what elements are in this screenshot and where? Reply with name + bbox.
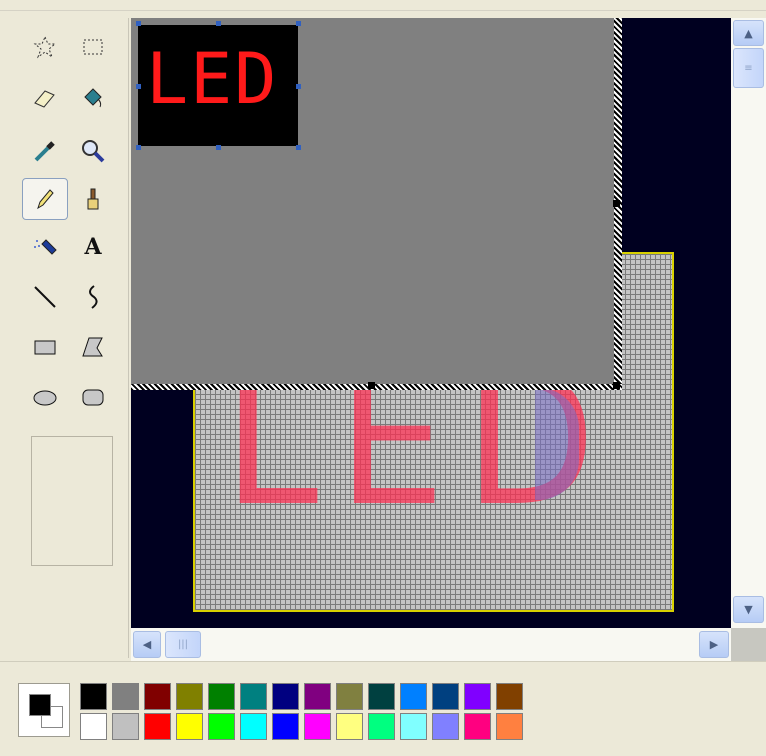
pencil-tool[interactable] [22, 178, 68, 220]
resize-handle[interactable] [216, 21, 221, 26]
palette-swatch[interactable] [112, 683, 139, 710]
fill-bucket-icon [84, 88, 102, 108]
palette-swatch[interactable] [144, 683, 171, 710]
color-picker-icon [34, 141, 55, 162]
resize-handle[interactable] [136, 145, 141, 150]
palette-swatch[interactable] [496, 713, 523, 740]
palette-swatch[interactable] [432, 683, 459, 710]
palette-swatch[interactable] [464, 713, 491, 740]
fill-tool[interactable] [70, 76, 116, 118]
vertical-scroll-thumb[interactable]: ≡ [733, 48, 764, 88]
foreground-color[interactable] [29, 694, 51, 716]
horizontal-scrollbar[interactable]: ◀ ||| ▶ [131, 628, 731, 661]
palette-swatch[interactable] [240, 713, 267, 740]
rect-select-tool[interactable] [70, 26, 116, 68]
airbrush-icon [34, 239, 57, 255]
line-tool[interactable] [22, 276, 68, 318]
palette-swatch[interactable] [208, 683, 235, 710]
canvas-resize-grip-corner[interactable] [613, 382, 620, 389]
canvas-area[interactable]: LED LED [131, 18, 731, 628]
palette-swatch[interactable] [368, 683, 395, 710]
toolbox: A [14, 18, 129, 658]
current-colors[interactable] [18, 683, 70, 737]
color-picker-tool[interactable] [22, 130, 68, 172]
palette-swatch[interactable] [368, 713, 395, 740]
ellipse-icon [33, 390, 57, 406]
palette-swatch[interactable] [144, 713, 171, 740]
resize-handle[interactable] [296, 145, 301, 150]
palette-swatch[interactable] [304, 713, 331, 740]
palette-swatch[interactable] [176, 713, 203, 740]
palette-swatch[interactable] [176, 683, 203, 710]
led-thumbnail[interactable]: LED [138, 25, 298, 146]
magnifier-icon [82, 140, 105, 163]
canvas-bottom-edge[interactable] [131, 384, 622, 390]
led-thumbnail-text: LED [146, 38, 279, 120]
window-top-edge [0, 0, 766, 11]
horizontal-scroll-thumb[interactable]: ||| [165, 631, 201, 658]
rounded-rect-tool[interactable] [70, 376, 116, 418]
rect-select-icon [83, 39, 103, 55]
magnifier-tool[interactable] [70, 130, 116, 172]
palette-swatch[interactable] [80, 683, 107, 710]
palette-swatch[interactable] [240, 683, 267, 710]
palette-swatch[interactable] [400, 713, 427, 740]
text-icon: A [84, 234, 102, 260]
rectangle-icon [34, 340, 56, 355]
palette-swatch[interactable] [80, 713, 107, 740]
palette-swatch[interactable] [336, 713, 363, 740]
palette-swatch[interactable] [112, 713, 139, 740]
palette-swatch[interactable] [336, 683, 363, 710]
line-icon [34, 286, 56, 308]
polygon-icon [82, 337, 103, 357]
rounded-rect-icon [82, 389, 104, 406]
palette-swatch[interactable] [464, 683, 491, 710]
palette-swatch[interactable] [496, 683, 523, 710]
resize-handle[interactable] [296, 21, 301, 26]
resize-handle[interactable] [216, 145, 221, 150]
curve-tool[interactable] [70, 276, 116, 318]
palette-swatch[interactable] [304, 683, 331, 710]
brush-tool[interactable] [70, 178, 116, 220]
eraser-icon [34, 90, 55, 108]
rectangle-tool[interactable] [22, 326, 68, 368]
brush-icon [87, 188, 99, 210]
text-tool[interactable]: A [70, 226, 116, 268]
palette-swatch[interactable] [208, 713, 235, 740]
chevron-down-icon: ▼ [744, 603, 753, 616]
scroll-down-button[interactable]: ▼ [733, 596, 764, 623]
palette-swatch[interactable] [432, 713, 459, 740]
curve-icon [89, 285, 98, 309]
chevron-right-icon: ▶ [709, 638, 719, 651]
palette-swatch[interactable] [400, 683, 427, 710]
canvas-resize-grip-right[interactable] [613, 200, 620, 207]
free-select-tool[interactable] [22, 26, 68, 68]
resize-handle[interactable] [296, 84, 301, 89]
tool-options-box[interactable] [31, 436, 113, 566]
chevron-up-icon: ▲ [744, 26, 753, 40]
scrollbar-corner [731, 628, 766, 661]
scroll-left-button[interactable]: ◀ [133, 631, 161, 658]
canvas-resize-grip-bottom[interactable] [368, 382, 375, 389]
ellipse-tool[interactable] [22, 376, 68, 418]
palette-swatch[interactable] [272, 713, 299, 740]
resize-handle[interactable] [136, 21, 141, 26]
scroll-up-button[interactable]: ▲ [733, 20, 764, 46]
resize-handle[interactable] [136, 84, 141, 89]
pencil-icon [37, 189, 54, 210]
paper-canvas[interactable]: LED [131, 18, 614, 384]
airbrush-tool[interactable] [22, 226, 68, 268]
polygon-tool[interactable] [70, 326, 116, 368]
eraser-tool[interactable] [22, 76, 68, 118]
palette-swatch[interactable] [272, 683, 299, 710]
chevron-left-icon: ◀ [142, 638, 152, 651]
vertical-scrollbar[interactable]: ▲ ≡ ▼ [731, 18, 766, 628]
free-select-icon [33, 35, 57, 59]
scroll-right-button[interactable]: ▶ [699, 631, 729, 658]
